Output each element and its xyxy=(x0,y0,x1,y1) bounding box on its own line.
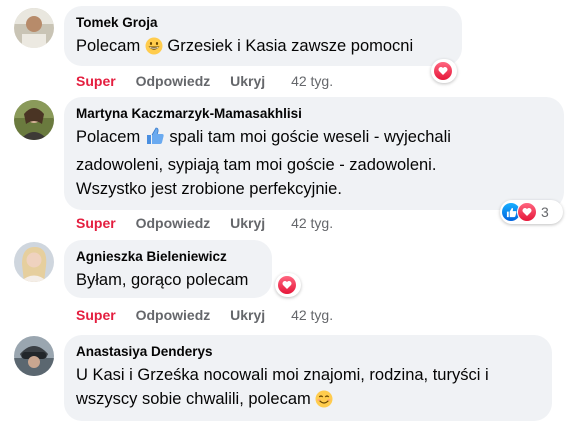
reply-link[interactable]: Odpowiedz xyxy=(136,215,211,231)
reply-link[interactable]: Odpowiedz xyxy=(136,73,211,89)
comment-bubble: Anastasiya Denderys U Kasi i Grześka noc… xyxy=(64,335,552,421)
comment-bubble: Tomek Groja Polecam Grzesiek i Kasia zaw… xyxy=(64,6,462,66)
heart-reaction-icon xyxy=(434,62,452,80)
comment-bubble: Martyna Kaczmarzyk-Mamasakhlisi Polacem … xyxy=(64,97,564,210)
avatar[interactable] xyxy=(14,100,54,140)
hide-link[interactable]: Ukryj xyxy=(230,215,265,231)
hide-link[interactable]: Ukryj xyxy=(230,73,265,89)
timestamp[interactable]: 42 tyg. xyxy=(291,215,333,231)
comment-actions: Super Odpowiedz Ukryj 42 tyg. xyxy=(76,214,349,232)
reply-link[interactable]: Odpowiedz xyxy=(136,307,211,323)
comment-text: Byłam, gorąco polecam xyxy=(76,271,249,289)
super-reaction-link[interactable]: Super xyxy=(76,307,116,323)
comment-text: Polecam Grzesiek i Kasia zawsze pomocni xyxy=(76,34,450,62)
comment-author[interactable]: Anastasiya Denderys xyxy=(76,343,540,361)
hide-link[interactable]: Ukryj xyxy=(230,307,265,323)
super-reaction-link[interactable]: Super xyxy=(76,215,116,231)
comment-bubble: Agnieszka Bieleniewicz Byłam, gorąco pol… xyxy=(64,240,272,298)
timestamp[interactable]: 42 tyg. xyxy=(291,307,333,323)
avatar[interactable] xyxy=(14,8,54,48)
smiling-face-icon xyxy=(315,390,333,415)
grinning-face-icon xyxy=(145,37,163,62)
timestamp[interactable]: 42 tyg. xyxy=(291,73,333,89)
reaction-badge[interactable] xyxy=(431,59,457,83)
comment-author[interactable]: Agnieszka Bieleniewicz xyxy=(76,248,260,266)
comment-text: Polacem spali tam moi goście weseli - wy… xyxy=(76,126,451,198)
reaction-badge[interactable] xyxy=(275,273,301,297)
heart-reaction-icon xyxy=(517,202,537,222)
comment-author[interactable]: Martyna Kaczmarzyk-Mamasakhlisi xyxy=(76,105,552,123)
comment-author[interactable]: Tomek Groja xyxy=(76,14,450,32)
thumbs-up-icon xyxy=(145,126,165,153)
comment-text: U Kasi i Grześka nocowali moi znajomi, r… xyxy=(76,363,540,415)
heart-reaction-icon xyxy=(278,276,296,294)
avatar[interactable] xyxy=(14,242,54,282)
comment-actions: Super Odpowiedz Ukryj 42 tyg. xyxy=(76,72,349,90)
comment-actions: Super Odpowiedz Ukryj 42 tyg. xyxy=(76,306,349,324)
reaction-badge[interactable]: 3 xyxy=(500,200,563,224)
reaction-count: 3 xyxy=(541,204,549,220)
avatar[interactable] xyxy=(14,336,54,376)
super-reaction-link[interactable]: Super xyxy=(76,73,116,89)
